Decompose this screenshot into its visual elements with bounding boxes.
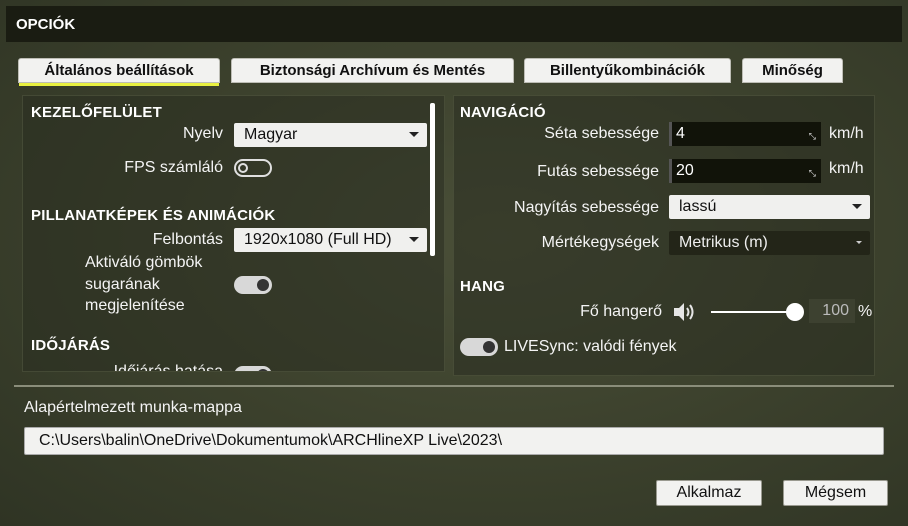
weather-clipped-label: Időjárás hatása [113, 363, 223, 372]
run-speed-label: Futás sebessége [537, 163, 659, 180]
tab-general[interactable]: Általános beállítások [18, 58, 220, 86]
resize-icon: ⤡ [808, 131, 816, 141]
volume-value-field[interactable]: 100 [809, 299, 855, 323]
language-label: Nyelv [182, 125, 223, 142]
units-select[interactable]: Metrikus (m) [669, 231, 870, 255]
toggle-knob [483, 341, 495, 353]
run-speed-value: 20 [676, 162, 694, 179]
left-panel-scrollbar[interactable] [430, 103, 435, 256]
ui-section-title: KEZELŐFELÜLET [31, 104, 162, 121]
window-title: OPCIÓK [6, 6, 902, 42]
units-label: Mértékegységek [541, 234, 659, 251]
resolution-label: Felbontás [152, 231, 223, 248]
tab-quality[interactable]: Minőség [742, 58, 843, 83]
run-speed-unit: km/h [829, 160, 864, 177]
livesync-toggle[interactable] [460, 338, 498, 356]
speaker-icon[interactable] [672, 301, 696, 323]
chevron-down-icon [409, 237, 419, 242]
sound-section-title: HANG [460, 278, 505, 295]
activator-label-line-3: megjelenítése [85, 297, 185, 314]
walk-speed-label: Séta sebessége [544, 125, 659, 142]
chevron-down-icon [852, 204, 862, 209]
volume-slider-knob[interactable] [786, 303, 804, 321]
master-volume-label: Fő hangerő [580, 303, 662, 320]
livesync-label: LIVESync: valódi fények [504, 338, 677, 355]
activator-label-line-2: sugarának [85, 276, 160, 293]
divider [14, 385, 894, 387]
tab-bar: Általános beállítások Biztonsági Archívu… [0, 58, 908, 86]
navigation-section-title: NAVIGÁCIÓ [460, 104, 546, 121]
volume-slider-track[interactable] [711, 311, 795, 313]
work-folder-input[interactable]: C:\Users\balin\OneDrive\Dokumentumok\ARC… [24, 427, 884, 455]
chevron-down-icon [409, 132, 419, 137]
weather-section-title: IDŐJÁRÁS [31, 337, 111, 354]
run-speed-input[interactable]: 20 ⤡ [669, 159, 821, 183]
language-select-value: Magyar [244, 126, 298, 143]
zoom-speed-select[interactable]: lassú [669, 195, 870, 219]
tab-backup[interactable]: Biztonsági Archívum és Mentés [231, 58, 514, 83]
language-select[interactable]: Magyar [234, 123, 427, 147]
activator-label-line-1: Aktiváló gömbök [85, 254, 203, 271]
units-value: Metrikus (m) [679, 234, 768, 251]
fps-toggle[interactable] [234, 159, 272, 177]
toggle-knob [257, 279, 269, 291]
zoom-speed-label: Nagyítás sebessége [514, 199, 659, 216]
snapshot-section-title: PILLANATKÉPEK ÉS ANIMÁCIÓK [31, 207, 276, 224]
activator-toggle[interactable] [234, 276, 272, 294]
toggle-knob [238, 163, 248, 173]
navigation-panel: NAVIGÁCIÓ Séta sebessége 4 ⤡ km/h Futás … [453, 95, 875, 376]
tab-shortcuts[interactable]: Billentyűkombinációk [524, 58, 731, 83]
resolution-select-value: 1920x1080 (Full HD) [244, 231, 392, 248]
work-folder-label: Alapértelmezett munka-mappa [24, 399, 242, 416]
weather-toggle[interactable] [234, 366, 272, 371]
walk-speed-unit: km/h [829, 125, 864, 142]
toggle-knob [257, 369, 269, 371]
volume-unit: % [858, 303, 873, 320]
general-settings-panel[interactable]: KEZELŐFELÜLET Nyelv Magyar FPS számláló … [22, 95, 445, 372]
fps-label: FPS számláló [124, 159, 223, 176]
apply-button[interactable]: Alkalmaz [656, 480, 762, 506]
zoom-speed-value: lassú [679, 198, 717, 215]
walk-speed-input[interactable]: 4 ⤡ [669, 122, 821, 146]
resize-icon: ⤡ [808, 168, 816, 178]
walk-speed-value: 4 [676, 125, 685, 142]
cancel-button[interactable]: Mégsem [783, 480, 888, 506]
chevron-down-icon [856, 241, 862, 244]
resolution-select[interactable]: 1920x1080 (Full HD) [234, 228, 427, 252]
